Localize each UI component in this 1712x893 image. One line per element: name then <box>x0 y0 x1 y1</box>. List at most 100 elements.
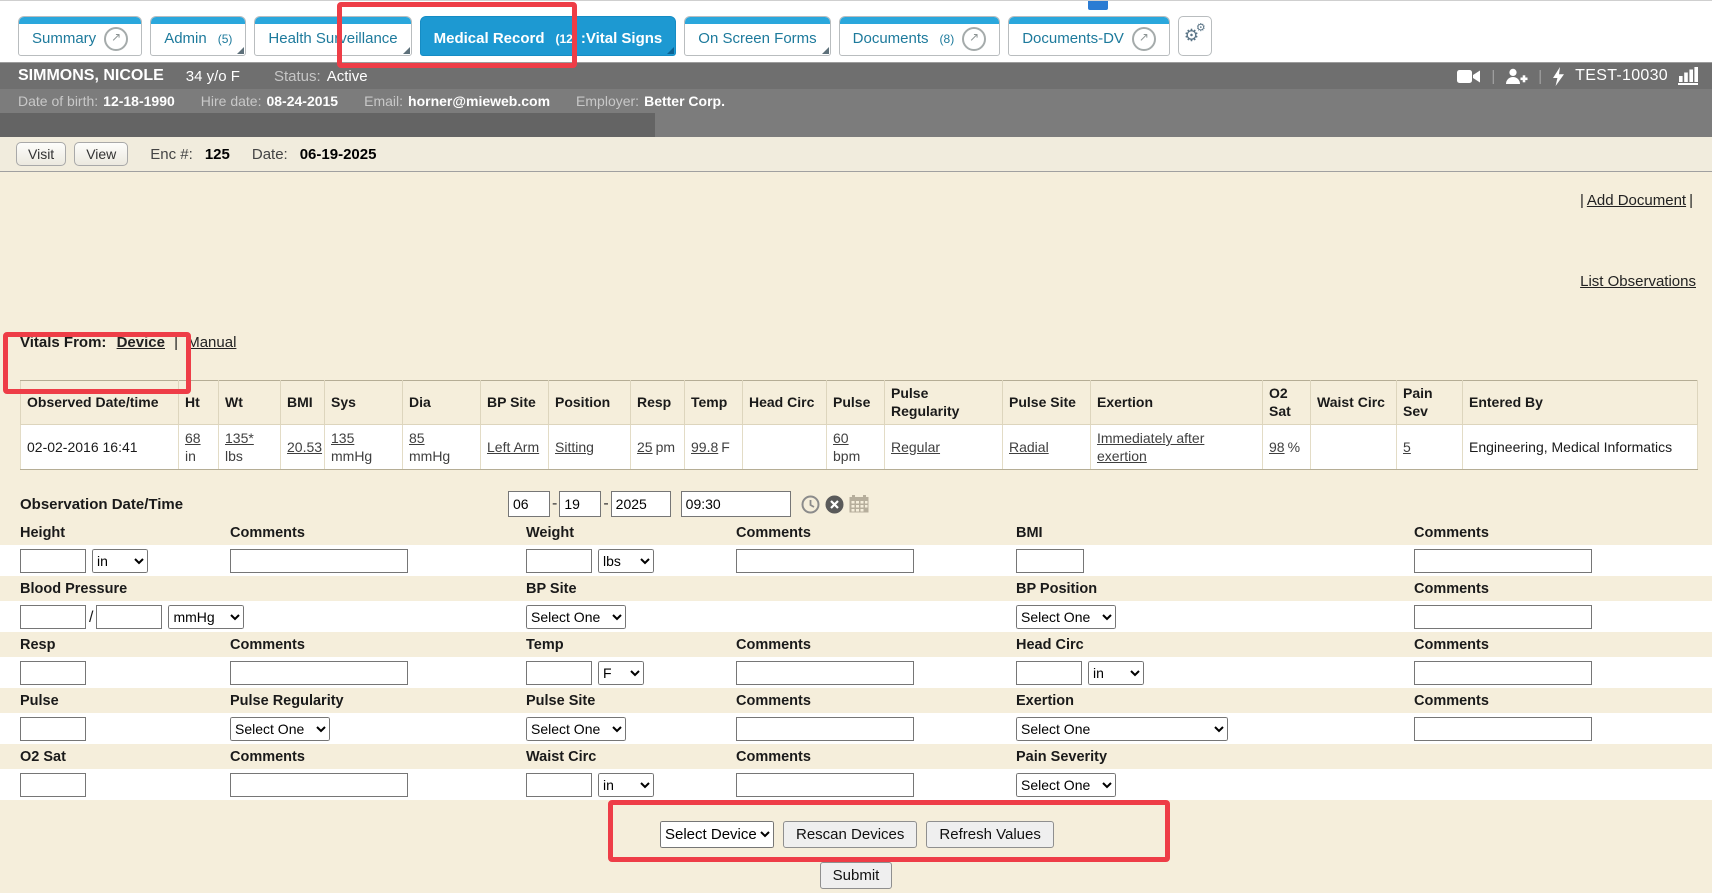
popout-icon[interactable]: ↗ <box>1132 27 1156 51</box>
pulse-site-label: Pulse Site <box>526 693 736 709</box>
refresh-values-button[interactable]: Refresh Values <box>926 821 1053 848</box>
pulse-regularity-link[interactable]: Regular <box>891 439 940 455</box>
patient-demographics-bar: Date of birth:12-18-1990 Hire date:08-24… <box>0 89 1712 113</box>
lightning-bolt-icon[interactable] <box>1552 67 1565 86</box>
tab-on-screen-forms[interactable]: On Screen Forms <box>684 16 830 56</box>
separator: | <box>1491 68 1495 85</box>
form-label-row: O2 Sat Comments Waist Circ Comments Pain… <box>0 744 1712 769</box>
status-label: Status: <box>274 68 321 85</box>
bp-unit-select[interactable]: mmHg <box>168 605 244 629</box>
pulse-comments-input[interactable] <box>736 717 914 741</box>
pipe: | <box>1689 192 1693 209</box>
o2-sat-input[interactable] <box>20 773 86 797</box>
obs-day-input[interactable] <box>559 491 601 517</box>
exertion-link[interactable]: Immediately after exertion <box>1097 430 1204 464</box>
add-document-link[interactable]: Add Document <box>1587 192 1686 209</box>
tab-documents[interactable]: Documents (8) ↗ <box>839 16 1001 56</box>
date-separator: - <box>552 495 557 513</box>
head-circ-comments-input[interactable] <box>1414 661 1592 685</box>
resp-input[interactable] <box>20 661 86 685</box>
tab-documents-dv[interactable]: Documents-DV ↗ <box>1008 16 1170 56</box>
waist-circ-comments-input[interactable] <box>736 773 914 797</box>
dia-value-link[interactable]: 85 <box>409 430 425 446</box>
pulse-site-link[interactable]: Radial <box>1009 439 1049 455</box>
comments-label: Comments <box>736 693 1016 709</box>
vitals-from-device-link[interactable]: Device <box>117 334 165 351</box>
tab-medical-record-vital-signs[interactable]: Medical Record (12) :Vital Signs <box>420 16 677 56</box>
pulse-value-link[interactable]: 60 <box>833 430 849 446</box>
temp-value-link[interactable]: 99.8 <box>691 439 718 455</box>
submit-button[interactable]: Submit <box>820 862 893 889</box>
obs-time-input[interactable] <box>681 491 791 517</box>
popout-icon[interactable]: ↗ <box>104 27 128 51</box>
position-link[interactable]: Sitting <box>555 439 594 455</box>
video-camera-icon[interactable] <box>1457 68 1481 85</box>
resp-value-link[interactable]: 25 <box>637 439 653 455</box>
add-person-icon[interactable] <box>1505 68 1528 85</box>
calendar-icon[interactable] <box>849 495 869 513</box>
pain-severity-select[interactable]: Select One <box>1016 773 1116 797</box>
clock-icon[interactable] <box>801 495 820 514</box>
vitals-history-table: Observed Date/time Ht Wt BMI Sys Dia BP … <box>20 380 1698 470</box>
bp-site-label: BP Site <box>526 581 736 597</box>
weight-comments-input[interactable] <box>736 549 914 573</box>
tab-label: Documents <box>853 30 929 47</box>
wt-value-link[interactable]: 135* <box>225 430 254 446</box>
observation-datetime-label: Observation Date/Time <box>20 496 508 513</box>
exertion-select[interactable]: Select One <box>1016 717 1228 741</box>
pulse-input[interactable] <box>20 717 86 741</box>
enc-number-label: Enc #: <box>150 146 193 163</box>
height-unit-select[interactable]: in <box>92 549 148 573</box>
view-button[interactable]: View <box>74 142 128 166</box>
ht-value-link[interactable]: 68 <box>185 430 201 446</box>
temp-unit-select[interactable]: F <box>598 661 644 685</box>
tab-admin[interactable]: Admin (5) <box>150 16 246 56</box>
head-circ-input[interactable] <box>1016 661 1082 685</box>
pulse-regularity-select[interactable]: Select One <box>230 717 330 741</box>
bp-diastolic-input[interactable] <box>96 605 162 629</box>
vitals-from-manual-link[interactable]: Manual <box>187 334 236 351</box>
select-device-dropdown[interactable]: Select Device <box>660 821 774 848</box>
waist-circ-input[interactable] <box>526 773 592 797</box>
pulse-site-select[interactable]: Select One <box>526 717 626 741</box>
bmi-input[interactable] <box>1016 549 1084 573</box>
weight-input[interactable] <box>526 549 592 573</box>
popout-icon[interactable]: ↗ <box>962 27 986 51</box>
obs-month-input[interactable] <box>508 491 550 517</box>
bp-comments-input[interactable] <box>1414 605 1592 629</box>
clear-date-icon[interactable] <box>825 495 844 514</box>
temp-comments-input[interactable] <box>736 661 914 685</box>
column-header: Wt <box>219 381 281 425</box>
bmi-cell: 20.53 <box>281 425 325 470</box>
tab-summary[interactable]: Summary ↗ <box>18 16 142 56</box>
webchart-page: Summary ↗ Admin (5) Health Surveillance … <box>0 0 1712 893</box>
visit-button[interactable]: Visit <box>16 142 66 166</box>
flowsheet-chart-icon[interactable] <box>1678 67 1698 85</box>
head-circ-unit-select[interactable]: in <box>1088 661 1144 685</box>
bp-systolic-input[interactable] <box>20 605 86 629</box>
sys-value-link[interactable]: 135 <box>331 430 354 446</box>
o2-sat-link[interactable]: 98 <box>1269 439 1285 455</box>
tab-health-surveillance[interactable]: Health Surveillance <box>254 16 411 56</box>
list-observations-link[interactable]: List Observations <box>1580 273 1696 290</box>
height-comments-input[interactable] <box>230 549 408 573</box>
height-input[interactable] <box>20 549 86 573</box>
bmi-value-link[interactable]: 20.53 <box>287 439 322 455</box>
weight-unit-select[interactable]: lbs <box>598 549 654 573</box>
bp-position-select[interactable]: Select One <box>1016 605 1116 629</box>
waist-circ-unit-select[interactable]: in <box>598 773 654 797</box>
o2-sat-comments-input[interactable] <box>230 773 408 797</box>
bmi-comments-input[interactable] <box>1414 549 1592 573</box>
bp-slash: / <box>89 609 93 626</box>
bp-site-link[interactable]: Left Arm <box>487 439 539 455</box>
resp-comments-input[interactable] <box>230 661 408 685</box>
temp-input[interactable] <box>526 661 592 685</box>
exertion-comments-input[interactable] <box>1414 717 1592 741</box>
pulse-site-cell: Radial <box>1003 425 1091 470</box>
rescan-devices-button[interactable]: Rescan Devices <box>783 821 917 848</box>
tab-fold-icon <box>237 47 244 54</box>
obs-year-input[interactable] <box>611 491 671 517</box>
bp-site-select[interactable]: Select One <box>526 605 626 629</box>
tab-settings-button[interactable]: ⚙ ⚙ <box>1178 16 1212 56</box>
pain-sev-link[interactable]: 5 <box>1403 439 1411 455</box>
